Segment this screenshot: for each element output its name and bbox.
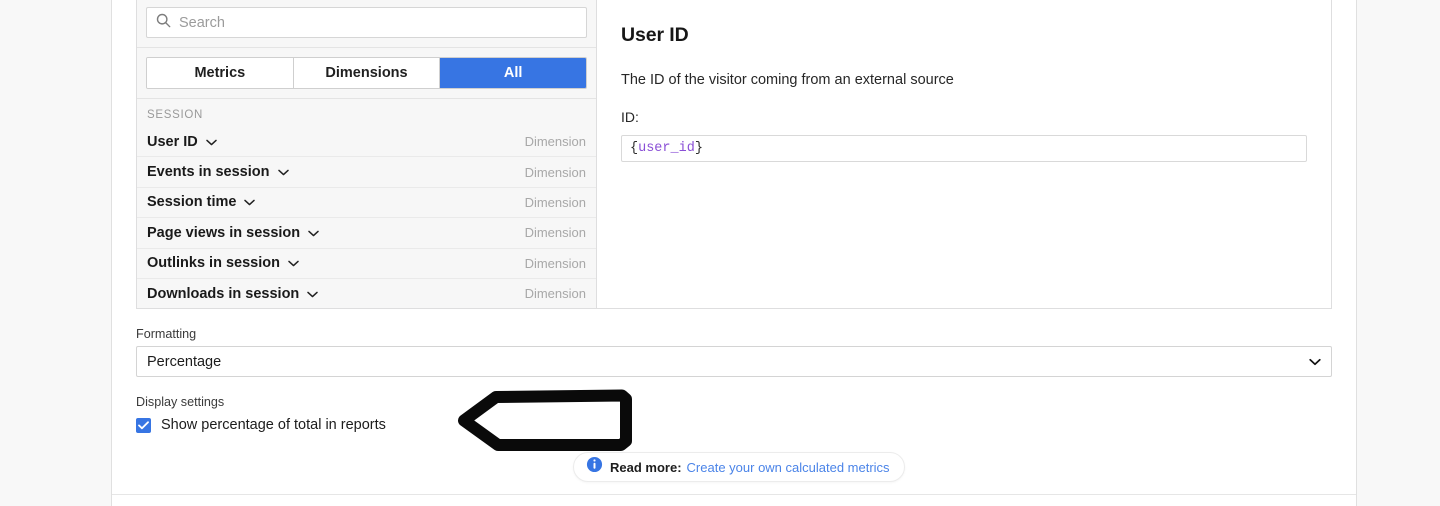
list-item-outlinks-in-session[interactable]: Outlinks in session Dimension <box>137 249 596 279</box>
read-more-label: Read more: <box>610 459 682 475</box>
token-variable: user_id <box>638 141 695 156</box>
formatting-section: Formatting Percentage <box>136 327 1332 377</box>
list-item-type: Dimension <box>524 286 586 302</box>
chevron-down-icon[interactable] <box>307 285 319 303</box>
list-item-page-views-in-session[interactable]: Page views in session Dimension <box>137 218 596 249</box>
chevron-down-icon[interactable] <box>1309 353 1321 371</box>
detail-description: The ID of the visitor coming from an ext… <box>621 72 954 88</box>
chevron-down-icon[interactable] <box>206 133 217 151</box>
show-percentage-checkbox[interactable] <box>136 417 151 433</box>
list-item-type: Dimension <box>524 225 586 241</box>
token-open-brace: { <box>630 141 639 156</box>
show-percentage-row[interactable]: Show percentage of total in reports <box>136 417 836 433</box>
search-icon <box>156 13 171 33</box>
list-item-label: Outlinks in session <box>147 255 280 272</box>
chevron-down-icon[interactable] <box>244 193 256 211</box>
tab-dimensions[interactable]: Dimensions <box>293 58 441 88</box>
list-item-type: Dimension <box>524 164 586 180</box>
filter-tabs: Metrics Dimensions All <box>146 57 587 89</box>
list-item-type: Dimension <box>524 255 586 271</box>
list-item-label: Page views in session <box>147 224 301 241</box>
list-item-label: User ID <box>147 133 198 150</box>
bottom-divider <box>112 494 1356 495</box>
chevron-down-icon[interactable] <box>277 163 289 181</box>
list-item-label: Downloads in session <box>147 285 300 302</box>
page-gutter-right <box>1356 0 1440 506</box>
filter-tabs-container: Metrics Dimensions All <box>137 48 596 99</box>
list-item-type: Dimension <box>524 134 586 150</box>
search-container <box>137 0 596 48</box>
tab-all[interactable]: All <box>440 58 586 88</box>
detail-id-label: ID: <box>621 109 639 125</box>
search-input[interactable] <box>179 14 577 31</box>
formatting-select[interactable]: Percentage <box>136 346 1332 377</box>
list-item-label: Events in session <box>147 164 270 181</box>
tab-metrics[interactable]: Metrics <box>147 58 294 88</box>
page-gutter-left <box>0 0 112 506</box>
metric-selector-panel: Metrics Dimensions All SESSION User ID D… <box>136 0 1332 309</box>
list-item-type: Dimension <box>524 194 586 210</box>
token-close-brace: } <box>694 141 703 156</box>
detail-title: User ID <box>621 24 689 46</box>
detail-id-input[interactable]: {user_id} <box>621 135 1307 162</box>
list-item-label: Session time <box>147 194 237 211</box>
list-group-label: SESSION <box>147 109 204 121</box>
chevron-down-icon[interactable] <box>308 224 319 242</box>
selector-left-column: Metrics Dimensions All SESSION User ID D… <box>137 0 597 308</box>
info-icon <box>586 456 603 478</box>
formatting-label: Formatting <box>136 327 197 341</box>
detail-pane: User ID The ID of the visitor coming fro… <box>597 0 1331 308</box>
show-percentage-label[interactable]: Show percentage of total in reports <box>161 417 386 433</box>
dimension-list: SESSION User ID Dimension Events in sess… <box>137 99 596 308</box>
chevron-down-icon[interactable] <box>288 254 299 272</box>
list-item-downloads-in-session[interactable]: Downloads in session Dimension <box>137 279 596 308</box>
page-root: Metrics Dimensions All SESSION User ID D… <box>0 0 1440 506</box>
formatting-selected-value: Percentage <box>147 353 222 370</box>
list-item-events-in-session[interactable]: Events in session Dimension <box>137 157 596 188</box>
display-settings-label: Display settings <box>136 395 225 409</box>
read-more-link[interactable]: Create your own calculated metrics <box>687 460 890 475</box>
display-settings-section: Display settings Show percentage of tota… <box>136 395 836 433</box>
list-item-user-id[interactable]: User ID Dimension <box>137 127 596 158</box>
list-item-session-time[interactable]: Session time Dimension <box>137 188 596 219</box>
read-more-pill: Read more: Create your own calculated me… <box>573 452 905 482</box>
search-box[interactable] <box>146 7 587 38</box>
